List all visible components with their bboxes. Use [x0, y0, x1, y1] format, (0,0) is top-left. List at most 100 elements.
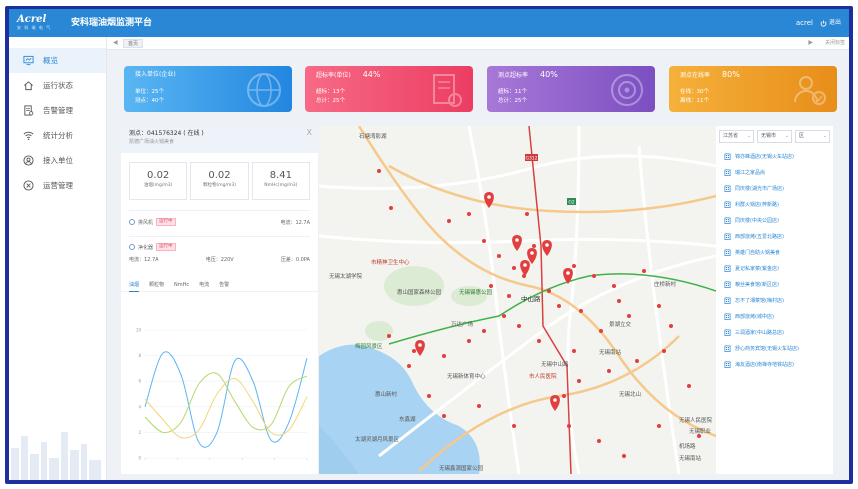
tab-scroll-left-icon[interactable]: ◀	[113, 39, 118, 47]
monitor-dot[interactable]	[579, 309, 583, 313]
monitor-dot[interactable]	[512, 266, 516, 270]
monitor-dot[interactable]	[507, 294, 511, 298]
monitor-dot[interactable]	[482, 239, 486, 243]
monitor-dot[interactable]	[572, 349, 576, 353]
monitor-dot[interactable]	[607, 369, 611, 373]
tab-alarm[interactable]: 告警	[219, 278, 229, 292]
map-pin-icon[interactable]	[484, 192, 494, 208]
monitor-dot[interactable]	[627, 314, 631, 318]
monitor-dot[interactable]	[657, 424, 661, 428]
list-item[interactable]: 三润酒家(中山路总店)	[716, 324, 833, 340]
monitor-dot[interactable]	[412, 349, 416, 353]
map-pin-icon[interactable]	[520, 260, 530, 276]
monitor-dot[interactable]	[697, 434, 701, 438]
map-label: 惠山国家森林公园	[397, 288, 442, 296]
monitor-dot[interactable]	[687, 384, 691, 388]
monitor-dot[interactable]	[635, 359, 639, 363]
monitor-dot[interactable]	[407, 364, 411, 368]
monitor-dot[interactable]	[477, 404, 481, 408]
monitor-dot[interactable]	[657, 304, 661, 308]
tab-nmhc[interactable]: NmHc	[174, 278, 189, 292]
list-item[interactable]: 海友酒店(南禅寺地铁站店)	[716, 356, 833, 372]
monitor-dot[interactable]	[467, 339, 471, 343]
monitor-dot[interactable]	[489, 284, 493, 288]
map-pin-icon[interactable]	[415, 340, 425, 356]
monitor-dot[interactable]	[427, 394, 431, 398]
logout-button[interactable]: 退出	[820, 18, 841, 28]
list-item[interactable]: 夏记私家菜(紫金店)	[716, 260, 833, 276]
sidebar-item-operations[interactable]: 运营管理	[9, 173, 106, 198]
tab-current[interactable]: 电流	[199, 278, 209, 292]
map-pin-icon[interactable]	[512, 235, 522, 251]
monitor-dot[interactable]	[612, 284, 616, 288]
monitor-dot[interactable]	[447, 219, 451, 223]
monitor-dot[interactable]	[622, 454, 626, 458]
monitor-dot[interactable]	[567, 424, 571, 428]
list-item[interactable]: 利群火锅店(梓新路)	[716, 196, 833, 212]
map-view[interactable]: G312 G2 石塘湾影湖 市精神卫生中心 无锡太湖学院 惠山国家森林公园 无锡…	[319, 126, 716, 474]
list-item[interactable]: 西部烧烤(五爱北路店)	[716, 228, 833, 244]
list-item[interactable]: 舒心商务宾馆(无锡火车站店)	[716, 340, 833, 356]
monitor-dot[interactable]	[497, 254, 501, 258]
metric-value: 8.41	[269, 170, 292, 181]
monitor-dot[interactable]	[517, 324, 521, 328]
sidebar-item-overview[interactable]: 概览	[9, 48, 106, 73]
monitor-dot[interactable]	[597, 439, 601, 443]
monitor-dot[interactable]	[592, 274, 596, 278]
map-label: 景湖立交	[609, 320, 632, 328]
monitor-dot[interactable]	[642, 269, 646, 273]
sidebar-item-statistics[interactable]: 统计分析	[9, 123, 106, 148]
map-pin-icon[interactable]	[542, 240, 552, 256]
monitor-dot[interactable]	[532, 244, 536, 248]
monitor-dot[interactable]	[599, 329, 603, 333]
list-item[interactable]: 同庆楼(中央公园店)	[716, 212, 833, 228]
list-item[interactable]: 忘不了湘菜馆(梅村店)	[716, 292, 833, 308]
list-item[interactable]: 西部烧烤(城中店)	[716, 308, 833, 324]
monitor-dot[interactable]	[562, 394, 566, 398]
map-label: 无锡南站	[679, 454, 702, 462]
monitor-dot[interactable]	[442, 414, 446, 418]
map-pin-icon[interactable]	[563, 268, 573, 284]
monitor-dot[interactable]	[572, 264, 576, 268]
monitor-dot[interactable]	[577, 379, 581, 383]
monitor-dot[interactable]	[482, 329, 486, 333]
monitor-dot[interactable]	[525, 212, 529, 216]
tab-oil-smoke[interactable]: 油烟	[129, 278, 140, 292]
purifier-voltage: 电压：220V	[205, 256, 234, 263]
monitor-dot[interactable]	[662, 349, 666, 353]
y-tick-label: 2	[138, 430, 141, 435]
monitor-dot[interactable]	[467, 212, 471, 216]
monitor-dot[interactable]	[537, 339, 541, 343]
username[interactable]: acrel	[796, 18, 813, 28]
sidebar-item-alarm[interactable]: 告警管理	[9, 98, 106, 123]
province-select[interactable]: 江苏省 ⌄	[719, 130, 754, 143]
monitor-dot[interactable]	[389, 206, 393, 210]
monitor-dot[interactable]	[377, 169, 381, 173]
map-pin-icon[interactable]	[550, 395, 560, 411]
sidebar-item-run-status[interactable]: 运行状态	[9, 73, 106, 98]
tab-home[interactable]: 首页	[123, 39, 144, 48]
map-canvas[interactable]: G312 G2 石塘湾影湖 市精神卫生中心 无锡太湖学院 惠山国家森林公园 无锡…	[319, 126, 716, 474]
list-item[interactable]: 英雄门自助火锅美食	[716, 244, 833, 260]
close-panel-button[interactable]: X	[307, 129, 312, 137]
monitor-dot[interactable]	[669, 324, 673, 328]
map-label: 市精神卫生中心	[371, 258, 410, 266]
list-item[interactable]: 粮丝美食馆(新区店)	[716, 276, 833, 292]
building-icon	[724, 265, 731, 272]
city-select[interactable]: 无锡市 ⌄	[757, 130, 792, 143]
list-item[interactable]: 锦亦峰酒店(无锡火车站店)	[716, 148, 833, 164]
sidebar-item-units[interactable]: 接入单位	[9, 148, 106, 173]
monitor-dot[interactable]	[547, 289, 551, 293]
monitor-dot[interactable]	[557, 304, 561, 308]
tab-close-button[interactable]: 关闭标签	[825, 39, 845, 47]
monitor-dot[interactable]	[442, 354, 446, 358]
district-select[interactable]: 区 ⌄	[795, 130, 830, 143]
monitor-dot[interactable]	[512, 424, 516, 428]
tab-scroll-right-icon[interactable]: ▶	[808, 39, 813, 47]
tab-particles[interactable]: 颗粒物	[149, 278, 164, 292]
monitor-dot[interactable]	[617, 299, 621, 303]
monitor-dot[interactable]	[387, 334, 391, 338]
monitor-dot[interactable]	[502, 314, 506, 318]
list-item[interactable]: 瑞江之家品尚	[716, 164, 833, 180]
list-item[interactable]: 同庆楼(湖光市广场店)	[716, 180, 833, 196]
